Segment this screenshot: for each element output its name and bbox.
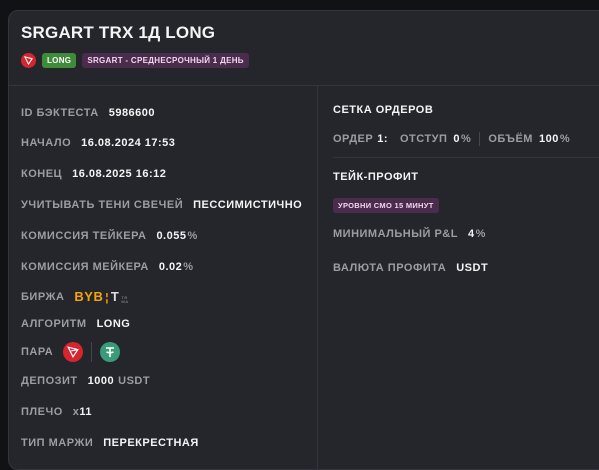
- volume-label: ОБЪЁМ: [488, 133, 533, 145]
- maker-value: 0.02: [158, 261, 183, 273]
- start-label: НАЧАЛО: [21, 137, 72, 149]
- taker-unit: %: [187, 230, 198, 242]
- end-row: КОНЕЦ 16.08.2025 16:12: [21, 168, 166, 180]
- pair-row: ПАРА: [21, 342, 121, 362]
- header-tags: LONG SRGART - СРЕДНЕСРОЧНЫЙ 1 ДЕНЬ: [21, 53, 249, 68]
- tether-icon: [100, 342, 121, 362]
- taker-label: КОМИССИЯ ТЕЙКЕРА: [21, 230, 147, 242]
- minpl-row: МИНИМАЛЬНЫЙ P&L 4 %: [333, 228, 496, 240]
- algo-row: АЛГОРИТМ LONG: [21, 318, 130, 330]
- algo-value: LONG: [96, 318, 131, 330]
- taker-row: КОМИССИЯ ТЕЙКЕРА 0.055 %: [21, 230, 208, 242]
- shadows-row: УЧИТЫВАТЬ ТЕНИ СВЕЧЕЙ ПЕССИМИСТИЧНО: [21, 199, 302, 211]
- deposit-value: 1000: [87, 375, 115, 387]
- column-divider: [317, 86, 318, 469]
- end-value: 16.08.2025 16:12: [72, 168, 167, 180]
- end-label: КОНЕЦ: [21, 168, 63, 180]
- exchange-row: БИРЖА BYB ¦ T TR MA: [21, 289, 129, 304]
- deposit-unit: USDT: [118, 375, 151, 387]
- pair-label: ПАРА: [21, 346, 54, 358]
- volume-value: 100: [538, 133, 559, 145]
- id-value: 5986600: [108, 107, 156, 119]
- tp-title: ТЕЙК-ПРОФИТ: [333, 171, 419, 183]
- offset-unit: %: [461, 133, 472, 145]
- minpl-value: 4: [467, 228, 475, 240]
- exchange-label: БИРЖА: [21, 290, 65, 303]
- start-row: НАЧАЛО 16.08.2024 17:53: [21, 137, 175, 149]
- leverage-prefix: x: [72, 406, 80, 418]
- shadows-value: ПЕССИМИСТИЧНО: [193, 199, 303, 211]
- start-value: 16.08.2024 17:53: [81, 137, 176, 149]
- maker-unit: %: [183, 261, 194, 273]
- order-value: 1:: [377, 133, 388, 145]
- leverage-value: 11: [79, 406, 93, 418]
- maker-label: КОМИССИЯ МЕЙКЕРА: [21, 261, 149, 273]
- profit-currency-value: USDT: [456, 262, 489, 274]
- grid-title: СЕТКА ОРДЕРОВ: [333, 104, 434, 116]
- offset-label: ОТСТУП: [400, 133, 448, 145]
- margin-label: ТИП МАРЖИ: [21, 437, 94, 449]
- tp-badge-wrap: УРОВНИ СМО 15 МИНУТ: [333, 195, 439, 213]
- tp-levels-badge: УРОВНИ СМО 15 МИНУТ: [333, 198, 439, 213]
- page-title: SRGART TRX 1Д LONG: [21, 23, 216, 42]
- profit-currency-label: ВАЛЮТА ПРОФИТА: [333, 262, 447, 274]
- id-label: ID БЭКТЕСТА: [21, 107, 99, 119]
- leverage-label: ПЛЕЧО: [21, 406, 63, 418]
- margin-row: ТИП МАРЖИ ПЕРЕКРЕСТНАЯ: [21, 437, 199, 449]
- deposit-row: ДЕПОЗИТ 1000 USDT: [21, 375, 160, 387]
- order-row: ОРДЕР 1: ОТСТУП 0 % ОБЪЁМ 100 %: [333, 132, 580, 146]
- long-badge: LONG: [42, 53, 77, 68]
- minpl-unit: %: [475, 228, 486, 240]
- deposit-label: ДЕПОЗИТ: [21, 375, 78, 387]
- taker-value: 0.055: [156, 230, 187, 242]
- pair-separator: [91, 342, 93, 362]
- right-divider: [333, 157, 599, 158]
- order-label: ОРДЕР: [333, 133, 374, 145]
- tron-icon: [21, 53, 36, 68]
- leverage-row: ПЛЕЧО x 11: [21, 406, 92, 418]
- order-separator: [479, 132, 481, 146]
- strategy-badge: SRGART - СРЕДНЕСРОЧНЫЙ 1 ДЕНЬ: [82, 53, 249, 68]
- shadows-label: УЧИТЫВАТЬ ТЕНИ СВЕЧЕЙ: [21, 199, 184, 211]
- minpl-label: МИНИМАЛЬНЫЙ P&L: [333, 228, 458, 240]
- profit-currency-row: ВАЛЮТА ПРОФИТА USDT: [333, 262, 488, 274]
- offset-value: 0: [453, 133, 461, 145]
- volume-unit: %: [559, 133, 571, 145]
- maker-row: КОМИССИЯ МЕЙКЕРА 0.02 %: [21, 261, 204, 273]
- tron-icon: [63, 342, 84, 362]
- algo-label: АЛГОРИТМ: [21, 318, 87, 330]
- header-divider: [9, 85, 599, 86]
- id-row: ID БЭКТЕСТА 5986600: [21, 107, 155, 119]
- bybit-logo: BYB ¦ T TR MA: [74, 289, 129, 304]
- margin-value: ПЕРЕКРЕСТНАЯ: [103, 437, 199, 449]
- backtest-card: SRGART TRX 1Д LONG LONG SRGART - СРЕДНЕС…: [8, 10, 599, 470]
